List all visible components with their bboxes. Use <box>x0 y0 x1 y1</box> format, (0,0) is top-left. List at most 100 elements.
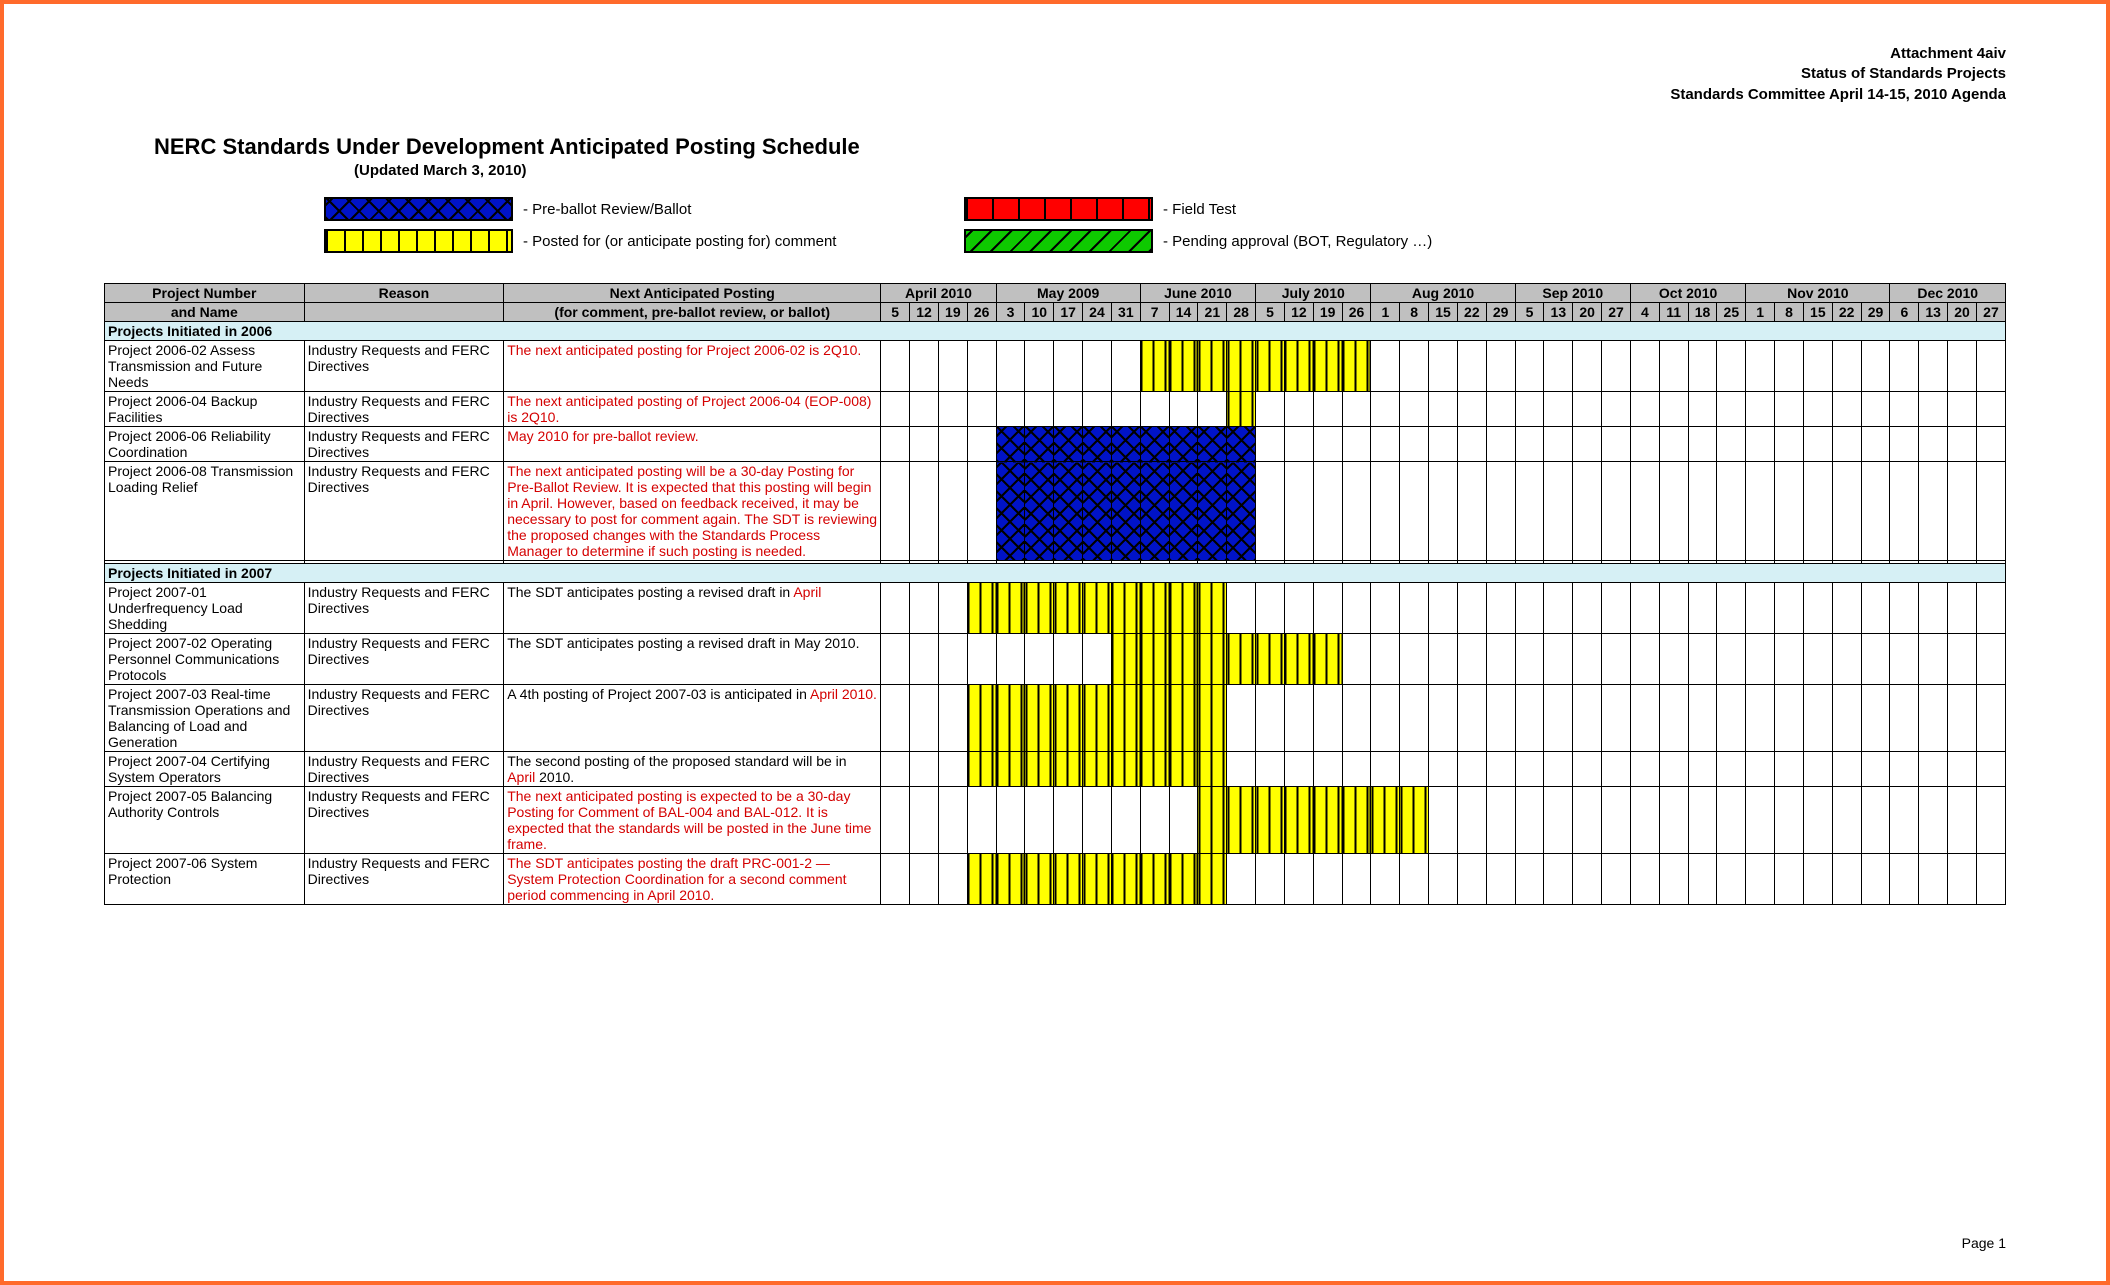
gantt-cell <box>1948 462 1977 561</box>
gantt-cell <box>1198 341 1227 392</box>
cell-reason: Industry Requests and FERC Directives <box>304 634 504 685</box>
gantt-cell <box>1544 634 1573 685</box>
gantt-cell <box>1919 787 1948 854</box>
col-project: Project Number <box>105 284 305 303</box>
gantt-cell <box>1659 427 1688 462</box>
table-row: Project 2006-02 Assess Transmission and … <box>105 341 2006 392</box>
gantt-cell <box>1198 392 1227 427</box>
gantt-cell <box>1890 685 1919 752</box>
gantt-cell <box>1400 341 1429 392</box>
month-header: May 2009 <box>996 284 1140 303</box>
gantt-cell <box>1948 752 1977 787</box>
gantt-cell <box>1861 341 1890 392</box>
gantt-cell <box>1688 341 1717 392</box>
gantt-cell <box>1457 854 1486 905</box>
gantt-cell <box>1054 787 1083 854</box>
gantt-cell <box>1602 752 1631 787</box>
gantt-cell <box>1948 854 1977 905</box>
week-header: 20 <box>1573 303 1602 322</box>
gantt-cell <box>1803 854 1832 905</box>
gantt-cell <box>1457 392 1486 427</box>
gantt-cell <box>1083 685 1112 752</box>
section-header: Projects Initiated in 2006 <box>105 322 2006 341</box>
gantt-cell <box>1198 583 1227 634</box>
gantt-cell <box>1198 787 1227 854</box>
gantt-cell <box>1602 787 1631 854</box>
gantt-cell <box>1227 787 1256 854</box>
gantt-cell <box>1775 752 1804 787</box>
week-header: 19 <box>1313 303 1342 322</box>
cell-next: The second posting of the proposed stand… <box>504 752 881 787</box>
gantt-cell <box>1111 752 1140 787</box>
gantt-cell <box>1659 462 1688 561</box>
gantt-cell <box>996 787 1025 854</box>
gantt-cell <box>1256 427 1285 462</box>
gantt-cell <box>1544 854 1573 905</box>
cell-reason: Industry Requests and FERC Directives <box>304 685 504 752</box>
gantt-cell <box>1832 392 1861 427</box>
week-header: 22 <box>1457 303 1486 322</box>
gantt-cell <box>1688 752 1717 787</box>
week-header: 22 <box>1832 303 1861 322</box>
gantt-cell <box>1630 427 1659 462</box>
week-header: 29 <box>1861 303 1890 322</box>
gantt-cell <box>1688 583 1717 634</box>
gantt-cell <box>967 752 996 787</box>
gantt-cell <box>1976 752 2005 787</box>
gantt-cell <box>1630 752 1659 787</box>
gantt-cell <box>938 685 967 752</box>
gantt-cell <box>1284 583 1313 634</box>
gantt-cell <box>1861 462 1890 561</box>
gantt-cell <box>1284 752 1313 787</box>
gantt-cell <box>1573 634 1602 685</box>
gantt-cell <box>1169 427 1198 462</box>
gantt-cell <box>1832 787 1861 854</box>
gantt-cell <box>1919 685 1948 752</box>
gantt-cell <box>938 583 967 634</box>
gantt-cell <box>1602 685 1631 752</box>
gantt-cell <box>1544 752 1573 787</box>
gantt-cell <box>1832 752 1861 787</box>
gantt-cell <box>1948 392 1977 427</box>
gantt-cell <box>1861 685 1890 752</box>
gantt-cell <box>1515 341 1544 392</box>
gantt-cell <box>1486 752 1515 787</box>
gantt-cell <box>1256 392 1285 427</box>
gantt-cell <box>1284 685 1313 752</box>
week-header: 5 <box>1515 303 1544 322</box>
gantt-cell <box>1890 854 1919 905</box>
week-header: 8 <box>1400 303 1429 322</box>
gantt-cell <box>1976 392 2005 427</box>
gantt-cell <box>1544 427 1573 462</box>
gantt-cell <box>1486 787 1515 854</box>
gantt-cell <box>1313 462 1342 561</box>
gantt-cell <box>1400 427 1429 462</box>
table-row: Project 2007-01 Underfrequency Load Shed… <box>105 583 2006 634</box>
gantt-cell <box>1342 854 1371 905</box>
gantt-cell <box>1054 752 1083 787</box>
gantt-cell <box>1948 427 1977 462</box>
gantt-cell <box>1659 752 1688 787</box>
week-header: 26 <box>967 303 996 322</box>
gantt-cell <box>1083 392 1112 427</box>
gantt-cell <box>1342 752 1371 787</box>
gantt-cell <box>1025 462 1054 561</box>
gantt-cell <box>1429 634 1458 685</box>
cell-next: A 4th posting of Project 2007-03 is anti… <box>504 685 881 752</box>
gantt-cell <box>1371 341 1400 392</box>
gantt-cell <box>1256 854 1285 905</box>
gantt-cell <box>1890 392 1919 427</box>
gantt-cell <box>1025 685 1054 752</box>
gantt-cell <box>1111 854 1140 905</box>
gantt-cell <box>1746 341 1775 392</box>
gantt-cell <box>881 787 910 854</box>
gantt-cell <box>1227 341 1256 392</box>
gantt-cell <box>881 427 910 462</box>
gantt-cell <box>1054 583 1083 634</box>
gantt-cell <box>1140 685 1169 752</box>
gantt-cell <box>1342 427 1371 462</box>
gantt-cell <box>1861 427 1890 462</box>
gantt-cell <box>1371 752 1400 787</box>
gantt-cell <box>1227 427 1256 462</box>
cell-reason: Industry Requests and FERC Directives <box>304 752 504 787</box>
